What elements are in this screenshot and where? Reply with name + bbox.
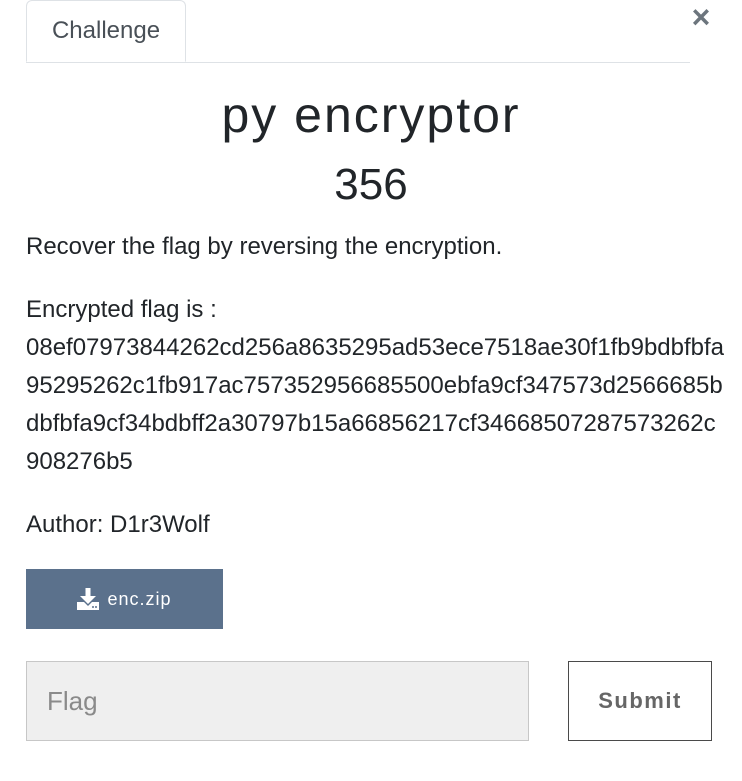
download-enc-zip-button[interactable]: enc.zip — [26, 569, 223, 629]
description-text: Recover the flag by reversing the encryp… — [26, 233, 503, 260]
tab-challenge-label: Challenge — [51, 17, 161, 44]
submit-button[interactable]: Submit — [568, 661, 712, 741]
close-icon: × — [691, 0, 711, 35]
download-icon — [77, 588, 100, 610]
author-text: Author: D1r3Wolf — [26, 511, 210, 538]
download-label: enc.zip — [107, 588, 172, 609]
encrypted-flag-label: Encrypted flag is : — [26, 296, 217, 323]
encrypted-flag-block: Encrypted flag is : 08ef07973844262cd256… — [26, 291, 726, 481]
challenge-points: 356 — [334, 160, 408, 209]
flag-input[interactable] — [26, 661, 529, 741]
challenge-title: py encryptor — [221, 87, 521, 143]
challenge-description: Recover the flag by reversing the encryp… — [26, 228, 726, 569]
encrypted-flag-hex: 08ef07973844262cd256a8635295ad53ece7518a… — [26, 334, 725, 475]
close-button[interactable]: × — [686, 0, 716, 35]
tab-challenge[interactable]: Challenge — [26, 0, 186, 62]
tab-divider — [26, 62, 690, 63]
